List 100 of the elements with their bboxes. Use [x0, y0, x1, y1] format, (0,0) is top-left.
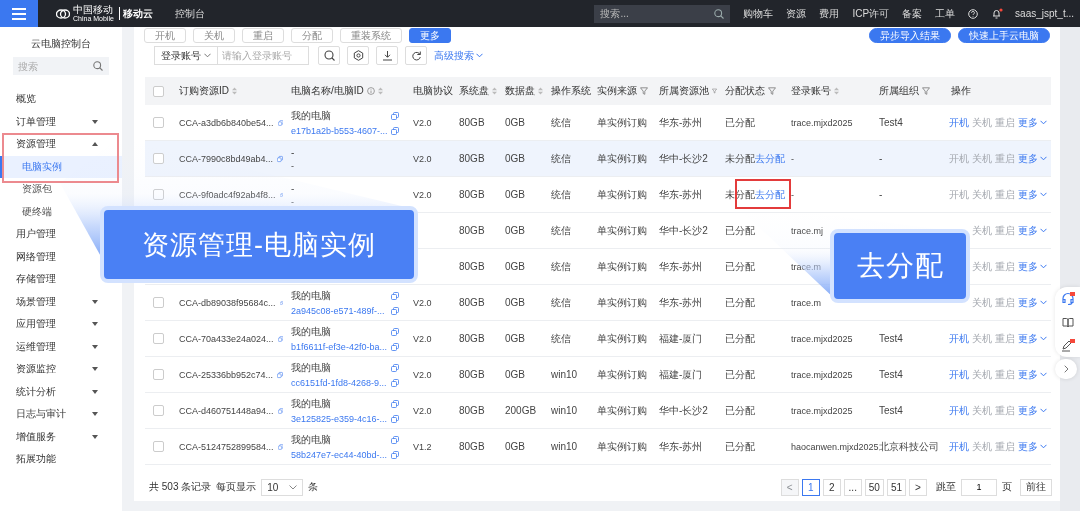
checkbox[interactable]: [153, 405, 164, 417]
sort-icon[interactable]: [834, 87, 839, 95]
toolbar-button[interactable]: 更多: [409, 28, 451, 43]
toolbar-button[interactable]: 分配: [291, 28, 333, 43]
action-link[interactable]: 重启: [995, 151, 1015, 166]
column-header[interactable]: 操作系统: [543, 77, 589, 105]
toolbar-button[interactable]: 重装系统: [340, 28, 402, 43]
action-link[interactable]: 更多: [1018, 115, 1047, 130]
user-name[interactable]: saas_jspt_t...: [1015, 8, 1074, 19]
computer-id-link[interactable]: 3e125825-e359-4c16-...: [291, 414, 388, 424]
copy-icon[interactable]: [277, 118, 283, 127]
computer-id-link[interactable]: cc6151fd-1fd8-4268-9...: [291, 378, 387, 388]
settings-button[interactable]: [347, 46, 369, 65]
search-button[interactable]: [318, 46, 340, 65]
sidebar-item[interactable]: 订单管理: [0, 110, 100, 133]
sort-icon[interactable]: [232, 87, 237, 95]
copy-icon[interactable]: [391, 328, 399, 336]
page-button[interactable]: 50: [864, 478, 884, 496]
page-button[interactable]: 2: [822, 478, 841, 496]
sidebar-item[interactable]: 存储管理: [0, 268, 100, 291]
sidebar-item[interactable]: 概览: [0, 88, 100, 111]
column-header[interactable]: 操作: [943, 77, 1051, 105]
action-link[interactable]: 更多: [1018, 187, 1047, 202]
action-link[interactable]: 更多: [1018, 151, 1047, 166]
computer-id-link[interactable]: 2a945c08-e571-489f-...: [291, 306, 385, 316]
sidebar-item[interactable]: 应用管理: [0, 313, 100, 336]
copy-icon[interactable]: [391, 400, 399, 408]
action-link[interactable]: 开机: [949, 331, 969, 346]
sort-icon[interactable]: [377, 87, 383, 95]
headset-icon[interactable]: [1060, 292, 1075, 307]
action-link[interactable]: 重启: [995, 367, 1015, 382]
column-header[interactable]: 电脑协议: [405, 77, 451, 105]
copy-icon[interactable]: [277, 370, 283, 379]
copy-icon[interactable]: [277, 334, 283, 343]
action-link[interactable]: 重启: [995, 223, 1015, 238]
action-link[interactable]: 关机: [972, 187, 992, 202]
action-link[interactable]: 更多: [1018, 367, 1047, 382]
bell-icon[interactable]: [991, 8, 1004, 19]
copy-icon[interactable]: [391, 364, 399, 372]
column-header[interactable]: 电脑名称/电脑ID: [283, 77, 405, 105]
copy-icon[interactable]: [391, 343, 399, 351]
copy-icon[interactable]: [391, 127, 399, 135]
top-nav-link[interactable]: 资源: [786, 6, 807, 21]
sidebar-item[interactable]: 增值服务: [0, 425, 100, 448]
action-link[interactable]: 关机: [972, 295, 992, 310]
sidebar-item[interactable]: 日志与审计: [0, 403, 100, 426]
copy-icon[interactable]: [391, 379, 399, 387]
action-link[interactable]: 重启: [995, 259, 1015, 274]
checkbox[interactable]: [153, 441, 164, 453]
sidebar-item[interactable]: 资源监控: [0, 358, 100, 381]
column-header[interactable]: 所属资源池: [651, 77, 717, 105]
action-link[interactable]: 关机: [972, 259, 992, 274]
action-link[interactable]: 开机: [949, 439, 969, 454]
toolbar-button[interactable]: 开机: [144, 28, 186, 43]
top-nav-link[interactable]: 购物车: [743, 6, 774, 21]
checkbox[interactable]: [153, 117, 164, 129]
action-link[interactable]: 更多: [1018, 259, 1047, 274]
page-button[interactable]: 51: [886, 478, 906, 496]
action-link[interactable]: 更多: [1018, 295, 1047, 310]
action-link[interactable]: 开机: [949, 115, 969, 130]
top-nav-link[interactable]: 备案: [902, 6, 923, 21]
action-link[interactable]: 关机: [972, 151, 992, 166]
page-button[interactable]: ...: [843, 478, 862, 496]
assign-link[interactable]: 去分配: [755, 188, 785, 200]
next-page-button[interactable]: >: [909, 478, 927, 496]
action-link[interactable]: 关机: [972, 367, 992, 382]
copy-icon[interactable]: [391, 451, 399, 459]
action-link[interactable]: 重启: [995, 331, 1015, 346]
go-button[interactable]: 前往: [1020, 478, 1052, 496]
action-link[interactable]: 更多: [1018, 223, 1047, 238]
action-link[interactable]: 更多: [1018, 403, 1047, 418]
previous-page-button[interactable]: <: [780, 478, 799, 496]
action-link[interactable]: 重启: [995, 439, 1015, 454]
copy-icon[interactable]: [391, 292, 399, 300]
copy-icon[interactable]: [391, 436, 399, 444]
copy-icon[interactable]: [391, 112, 399, 120]
copy-icon[interactable]: [391, 415, 399, 423]
toolbar-button[interactable]: 快速上手云电脑: [958, 28, 1050, 43]
sidebar-item[interactable]: 网络管理: [0, 245, 100, 268]
copy-icon[interactable]: [277, 442, 283, 451]
copy-icon[interactable]: [277, 154, 283, 163]
checkbox[interactable]: [153, 297, 164, 309]
checkbox[interactable]: [153, 369, 164, 381]
top-nav-link[interactable]: ICP许可: [852, 6, 890, 21]
assign-link[interactable]: 去分配: [755, 152, 785, 164]
filter-icon[interactable]: [640, 87, 648, 95]
action-link[interactable]: 开机: [949, 403, 969, 418]
action-link[interactable]: 开机: [949, 151, 969, 166]
page-button[interactable]: 1: [801, 478, 820, 496]
advanced-search-link[interactable]: 高级搜索: [434, 48, 483, 63]
search-field[interactable]: 搜索...: [594, 4, 731, 23]
toolbar-button[interactable]: 异步导入结果: [869, 28, 951, 43]
action-link[interactable]: 关机: [972, 403, 992, 418]
column-header[interactable]: 数据盘: [497, 77, 543, 105]
action-link[interactable]: 重启: [995, 403, 1015, 418]
account-input[interactable]: 请输入登录账号: [217, 46, 309, 65]
computer-id-link[interactable]: b1f6611f-ef3e-42f0-ba...: [291, 342, 387, 352]
toolbar-button[interactable]: 关机: [193, 28, 235, 43]
book-icon[interactable]: [1061, 317, 1074, 328]
checkbox[interactable]: [153, 85, 164, 97]
